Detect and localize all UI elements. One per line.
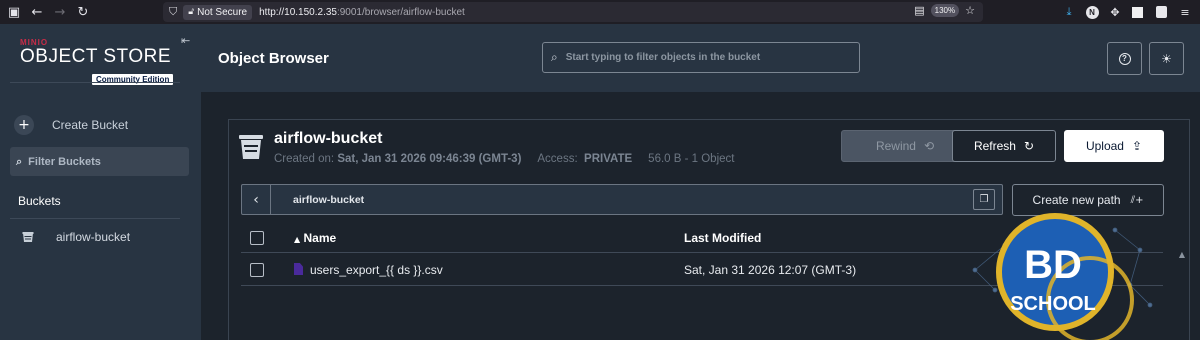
bucket-meta: Created on: Sat, Jan 31 2026 09:46:39 (G…	[274, 153, 734, 165]
object-name[interactable]: users_export_{{ ds }}.csv	[310, 263, 443, 277]
sidebar-toggle-icon[interactable]: ▣	[5, 3, 23, 21]
page-title: Object Browser	[218, 50, 329, 67]
object-last-modified: Sat, Jan 31 2026 12:07 (GMT-3)	[684, 263, 857, 277]
minio-logo: MINIO OBJECT STORE Community Edition	[20, 38, 180, 85]
row-checkbox[interactable]	[250, 263, 264, 277]
copy-path-button[interactable]: ❐	[973, 189, 995, 210]
copy-icon: ❐	[979, 194, 989, 205]
extension-puzzle-icon[interactable]: ✥	[1107, 4, 1123, 20]
back-arrow-icon[interactable]: ←	[28, 3, 46, 21]
buckets-section-title: Buckets	[18, 194, 61, 208]
file-icon	[294, 263, 303, 275]
sort-ascending-icon: ▲	[294, 235, 301, 244]
reader-view-icon[interactable]: ▤	[914, 4, 924, 17]
column-last-modified-header[interactable]: Last Modified	[684, 231, 761, 245]
sun-icon: ☀	[1161, 51, 1172, 66]
url-host: http://10.150.2.35	[259, 6, 337, 18]
url-text[interactable]: http://10.150.2.35:9001/browser/airflow-…	[259, 7, 465, 18]
plus-icon: +	[14, 115, 34, 135]
search-icon: ⌕	[551, 50, 558, 64]
browser-toolbar: ▣ ← → ↻ ⛉ 🔓︎ Not Secure http://10.150.2.…	[0, 0, 1200, 24]
bucket-name: airflow-bucket	[274, 130, 383, 147]
access-label: Access:	[537, 153, 578, 165]
new-folder-icon: ⫽+	[1130, 194, 1144, 206]
sidebar-divider	[10, 82, 180, 83]
search-placeholder: Start typing to filter objects in the bu…	[565, 52, 761, 63]
column-name-label: Name	[303, 231, 337, 245]
back-button[interactable]: ‹	[242, 185, 271, 214]
bookmark-star-icon[interactable]: ☆	[965, 4, 975, 17]
watermark-line1: BD	[1024, 243, 1082, 287]
refresh-label: Refresh	[973, 139, 1016, 153]
object-search-input[interactable]: ⌕ Start typing to filter objects in the …	[542, 42, 860, 73]
upload-button[interactable]: Upload ⇪	[1064, 130, 1164, 162]
filter-buckets-input[interactable]: ⌕ Filter Buckets	[10, 147, 189, 176]
menu-icon[interactable]: ≡	[1177, 4, 1193, 20]
bucket-usage: 56.0 B - 1 Object	[648, 153, 735, 165]
path-breadcrumb: ‹ airflow-bucket ❐	[241, 184, 1003, 215]
create-bucket-label: Create Bucket	[52, 118, 129, 132]
create-bucket-button[interactable]: + Create Bucket	[14, 115, 128, 135]
logo-edition: Community Edition	[92, 74, 174, 85]
history-icon: ⟲	[923, 139, 935, 153]
search-icon: ⌕	[16, 154, 23, 168]
created-value: Sat, Jan 31 2026 09:46:39 (GMT-3)	[337, 153, 522, 165]
url-path: :9001/browser/airflow-bucket	[336, 6, 465, 18]
reload-icon[interactable]: ↻	[74, 3, 92, 21]
extension-n-icon[interactable]: N	[1084, 4, 1100, 20]
current-path[interactable]: airflow-bucket	[293, 194, 364, 206]
extension-shield-icon[interactable]	[1153, 4, 1169, 20]
sidebar-divider	[10, 218, 180, 219]
address-bar[interactable]: ⛉ 🔓︎ Not Secure http://10.150.2.35:9001/…	[163, 2, 983, 22]
created-label: Created on:	[274, 153, 335, 165]
bucket-icon	[22, 232, 34, 242]
select-all-checkbox[interactable]	[250, 231, 264, 245]
sidebar-item-label: airflow-bucket	[56, 230, 131, 244]
create-path-label: Create new path	[1032, 193, 1121, 207]
chevron-left-icon: ‹	[253, 191, 259, 208]
not-secure-badge[interactable]: 🔓︎ Not Secure	[183, 4, 253, 20]
scroll-up-icon[interactable]: ▲	[1179, 250, 1185, 259]
watermark-line2: SCHOOL	[1010, 293, 1096, 315]
download-icon[interactable]: ⤓	[1061, 4, 1077, 20]
rewind-label: Rewind	[875, 139, 916, 153]
filter-buckets-placeholder: Filter Buckets	[28, 155, 101, 168]
sidebar-item-airflow-bucket[interactable]: airflow-bucket	[22, 230, 130, 244]
extension-square-icon[interactable]	[1129, 4, 1145, 20]
access-value: PRIVATE	[584, 153, 633, 165]
main-content: Object Browser ⌕ Start typing to filter …	[201, 24, 1200, 340]
refresh-icon: ↻	[1023, 139, 1035, 153]
rewind-button[interactable]: Rewind ⟲	[841, 130, 969, 162]
theme-toggle-button[interactable]: ☀	[1149, 42, 1184, 75]
collapse-sidebar-icon[interactable]: ⇤	[181, 34, 190, 47]
bd-school-watermark: BD SCHOOL	[972, 213, 1153, 340]
logo-brand-main: OBJECT STORE	[20, 46, 171, 67]
column-name-header[interactable]: ▲ Name	[294, 231, 336, 245]
zoom-level[interactable]: 130%	[930, 4, 960, 17]
shield-icon[interactable]: ⛉	[169, 5, 177, 19]
top-header: Object Browser ⌕ Start typing to filter …	[201, 24, 1200, 92]
sidebar: MINIO OBJECT STORE Community Edition ⇤ +…	[0, 24, 201, 340]
refresh-button[interactable]: Refresh ↻	[952, 130, 1056, 162]
help-button[interactable]: ?	[1107, 42, 1142, 75]
upload-label: Upload	[1085, 139, 1124, 153]
security-label: Not Secure	[197, 6, 248, 18]
bucket-icon	[239, 135, 263, 159]
lock-broken-icon: 🔓︎	[188, 7, 195, 17]
forward-arrow-icon[interactable]: →	[51, 3, 69, 21]
upload-icon: ⇪	[1131, 139, 1143, 153]
help-icon: ?	[1118, 52, 1131, 65]
